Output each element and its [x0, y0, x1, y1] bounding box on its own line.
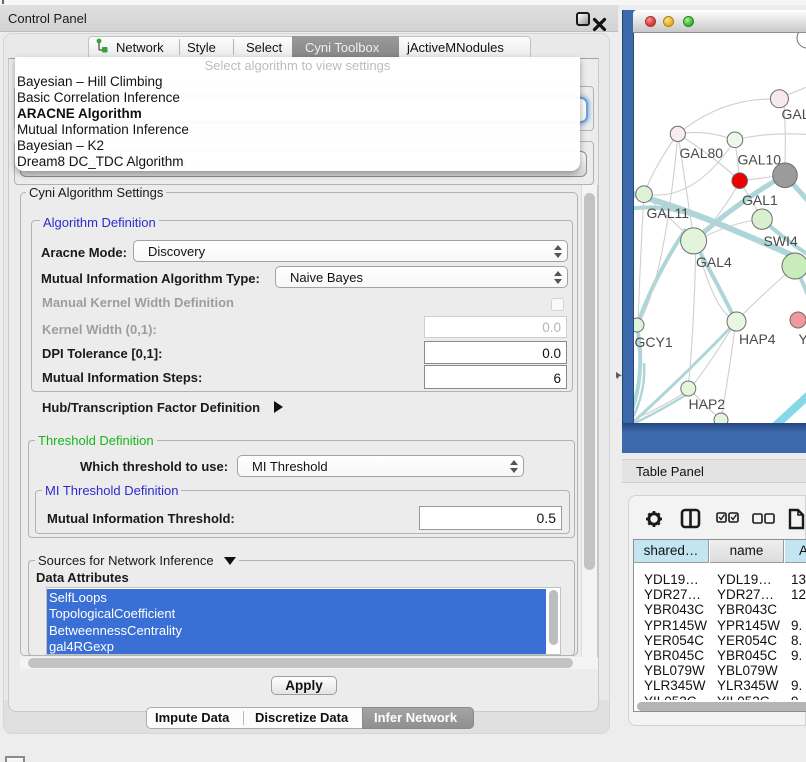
svg-text:GAL4: GAL4	[696, 254, 732, 270]
svg-text:GCY1: GCY1	[635, 334, 673, 350]
svg-text:GAL10: GAL10	[738, 152, 782, 168]
svg-text:Y: Y	[799, 331, 806, 347]
svg-text:GAL11: GAL11	[647, 205, 690, 221]
svg-text:SWI4: SWI4	[764, 233, 798, 249]
svg-text:HAP4: HAP4	[739, 331, 776, 347]
svg-text:GAL80: GAL80	[680, 145, 724, 161]
svg-text:GAL: GAL	[782, 106, 806, 122]
svg-text:GAL1: GAL1	[742, 192, 778, 208]
svg-text:HAP2: HAP2	[689, 396, 726, 412]
